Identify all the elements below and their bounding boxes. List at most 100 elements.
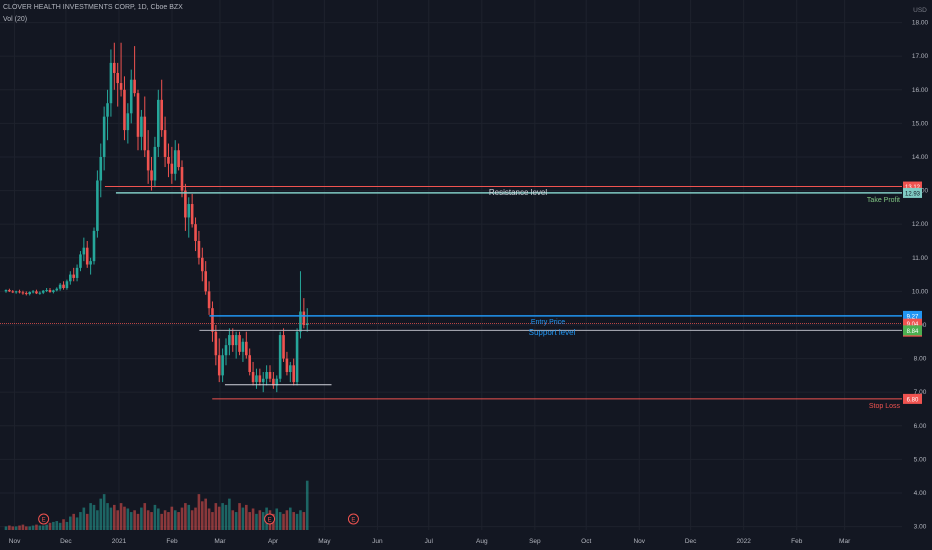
x-tick-label: Mar <box>839 538 851 545</box>
volume-bar <box>21 524 25 530</box>
candle-body <box>4 290 8 292</box>
candle-body <box>207 291 211 309</box>
candle-body <box>52 290 55 293</box>
y-tick-label: 14.00 <box>912 154 929 161</box>
y-tick-label: 18.00 <box>912 20 929 27</box>
candle-body <box>163 130 167 157</box>
volume-bar <box>194 507 197 530</box>
candle-body <box>85 247 89 265</box>
candle-body <box>157 99 160 147</box>
y-tick-label: 17.00 <box>912 53 929 60</box>
volume-bar <box>92 504 96 530</box>
candle-body <box>170 163 174 174</box>
candle-body <box>285 358 289 373</box>
candle-body <box>180 167 184 191</box>
volume-bar <box>241 507 245 530</box>
volume-bar <box>126 508 130 530</box>
volume-bar <box>201 501 204 530</box>
candle-body <box>255 375 258 383</box>
candle-body <box>133 79 136 94</box>
volume-bar <box>299 510 302 530</box>
take-profit-label: Take Profit <box>867 197 900 204</box>
candle-body <box>245 341 248 356</box>
volume-bar <box>106 503 109 530</box>
volume-bar <box>52 521 55 530</box>
earnings-marker-label: E <box>268 518 272 524</box>
volume-bar <box>282 513 285 530</box>
x-tick-label: Dec <box>685 538 697 545</box>
candle-body <box>224 345 228 356</box>
candle-body <box>187 204 191 218</box>
volume-bar <box>99 498 103 530</box>
candle-body <box>136 93 140 137</box>
volume-bar <box>190 510 194 530</box>
candle-body <box>25 293 28 295</box>
volume-indicator-label: Vol (20) <box>3 16 28 23</box>
volume-bar <box>146 510 150 530</box>
volume-bar <box>305 480 309 530</box>
volume-bar <box>65 521 69 530</box>
candle-body <box>231 335 235 346</box>
volume-bar <box>48 522 52 530</box>
volume-bar <box>211 512 214 530</box>
candle-body <box>248 355 251 373</box>
price-axis: USD3.004.005.006.007.008.009.0010.0011.0… <box>902 0 932 550</box>
volume-bar <box>177 512 180 530</box>
candle-body <box>106 103 109 117</box>
candle-body <box>167 156 170 164</box>
volume-bar <box>75 517 79 530</box>
volume-bar <box>31 525 35 530</box>
volume-bar <box>143 503 147 530</box>
volume-bar <box>140 507 143 530</box>
x-tick-label: 2022 <box>736 538 751 545</box>
x-tick-label: Nov <box>633 538 645 545</box>
volume-bar <box>238 503 241 530</box>
volume-bar <box>79 512 82 530</box>
candle-body <box>11 291 15 293</box>
x-tick-label: Sep <box>529 538 541 545</box>
volume-bar <box>197 494 201 530</box>
candle-body <box>173 150 177 174</box>
candle-body <box>238 335 241 352</box>
candle-body <box>55 288 59 291</box>
volume-bar <box>55 521 59 530</box>
candle-body <box>184 190 187 218</box>
candle-body <box>129 79 133 114</box>
candle-body <box>261 378 265 383</box>
candle-body <box>82 247 86 255</box>
chart-grid <box>0 0 902 530</box>
candle-body <box>268 372 272 379</box>
x-tick-label: Feb <box>791 538 803 545</box>
volume-bar <box>248 512 251 530</box>
candle-body <box>8 290 11 292</box>
entry-label: Entry Price <box>531 319 565 326</box>
x-tick-label: Nov <box>9 538 21 545</box>
y-tick-label: 16.00 <box>912 87 929 94</box>
volume-bar <box>184 503 187 530</box>
volume-bar <box>150 512 153 530</box>
volume-bar <box>35 524 38 530</box>
volume-bar <box>109 507 113 530</box>
candle-body <box>221 355 224 376</box>
volume-bar <box>96 510 99 530</box>
volume-bar <box>173 510 177 530</box>
candle-body <box>278 335 282 379</box>
candle-body <box>38 292 42 294</box>
candle-body <box>48 290 52 293</box>
volume-bar <box>113 504 116 530</box>
volume-bar <box>38 525 42 530</box>
candle-body <box>28 292 31 295</box>
candle-body <box>109 62 113 104</box>
volume-bar <box>14 526 18 530</box>
candle-body <box>153 146 157 181</box>
stop-loss-tag-label: 6.80 <box>907 397 919 403</box>
volume-bar <box>217 506 221 530</box>
volume-bar <box>231 510 235 530</box>
candlestick-chart[interactable]: Resistance level Take Profit Entry Price Su… <box>0 0 932 550</box>
candle-body <box>35 291 38 294</box>
volume-bar <box>167 512 170 530</box>
volume-bar <box>18 525 21 530</box>
candle-body <box>146 150 150 171</box>
x-tick-label: Mar <box>214 538 226 545</box>
volume-bar <box>4 526 8 530</box>
